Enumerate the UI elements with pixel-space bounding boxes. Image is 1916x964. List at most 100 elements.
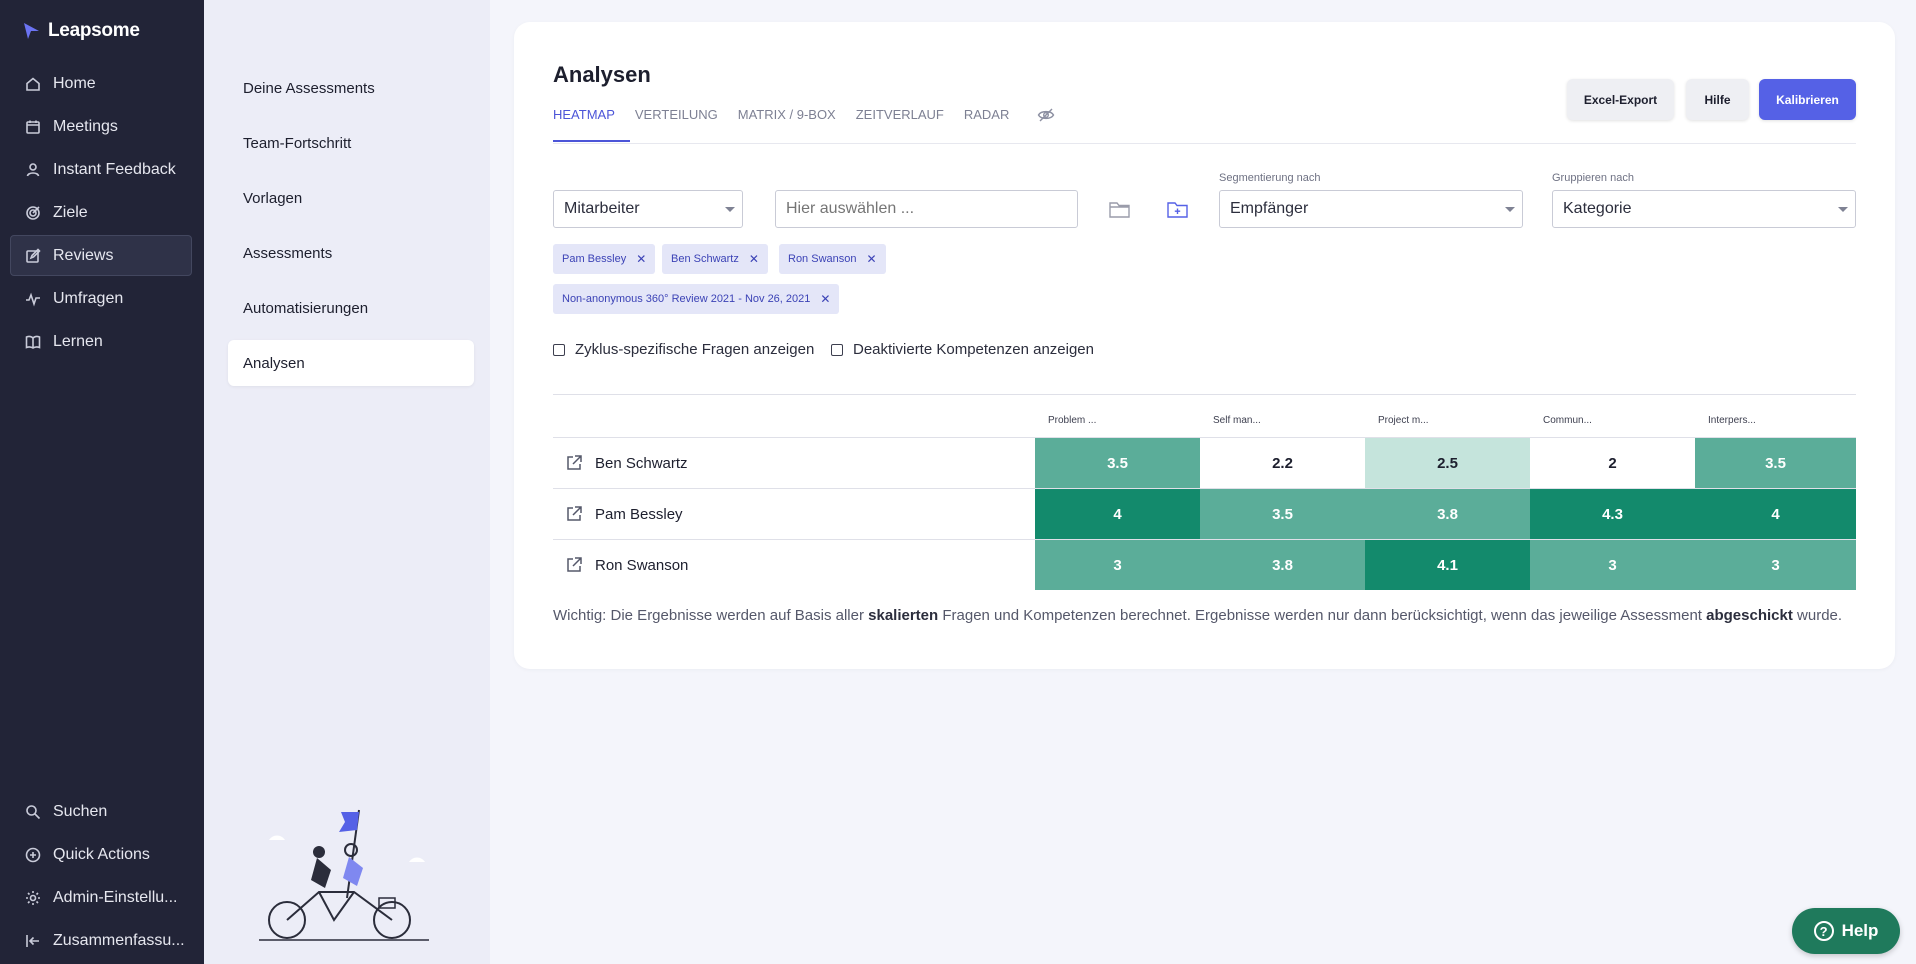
row-person-name: Pam Bessley xyxy=(595,505,683,523)
person-chip: Ron Swanson ✕ xyxy=(779,244,886,274)
heatmap-cell: 4 xyxy=(1695,489,1856,539)
nav-item-collapse[interactable]: Zusammenfassu... xyxy=(10,920,192,961)
chevron-down-icon xyxy=(1838,207,1848,212)
table-row: Ron Swanson 3 3.8 4.1 3 3 xyxy=(553,540,1856,591)
nav-item-reviews[interactable]: Reviews xyxy=(10,235,192,276)
table-row: Ben Schwartz 3.5 2.2 2.5 2 3.5 xyxy=(553,438,1856,489)
help-widget-button[interactable]: ? Help xyxy=(1792,908,1900,954)
tab-radar[interactable]: RADAR xyxy=(964,106,1010,142)
heatmap-table: Problem ... Self man... Project m... Com… xyxy=(553,394,1856,591)
calibrate-button[interactable]: Kalibrieren xyxy=(1759,79,1856,120)
pulse-icon xyxy=(26,292,40,307)
chip-label: Ron Swanson xyxy=(788,253,857,265)
column-header[interactable]: Self man... xyxy=(1213,415,1261,426)
group-select[interactable]: Kategorie xyxy=(1552,190,1856,228)
subnav-item-vorlagen[interactable]: Vorlagen xyxy=(228,175,474,221)
nav-item-meetings[interactable]: Meetings xyxy=(10,106,192,147)
add-folder-button[interactable] xyxy=(1166,198,1190,220)
subnav-item-automatisierungen[interactable]: Automatisierungen xyxy=(228,285,474,331)
nav-item-admin-settings[interactable]: Admin-Einstellu... xyxy=(10,877,192,918)
remove-chip-icon[interactable]: ✕ xyxy=(820,292,830,306)
heatmap-cell: 2.2 xyxy=(1200,438,1365,488)
group-select-value: Kategorie xyxy=(1563,200,1632,217)
open-external-icon[interactable] xyxy=(565,556,583,574)
chip-label: Ben Schwartz xyxy=(671,253,739,265)
hide-eye-icon[interactable] xyxy=(1037,106,1055,124)
nav-item-label: Umfragen xyxy=(53,289,124,307)
remove-chip-icon[interactable]: ✕ xyxy=(749,252,759,266)
note-text: wurde. xyxy=(1792,607,1843,624)
row-person[interactable]: Ben Schwartz xyxy=(565,454,688,472)
plus-circle-icon xyxy=(25,847,41,862)
row-person[interactable]: Pam Bessley xyxy=(565,505,683,523)
collapse-icon xyxy=(26,934,39,947)
leapsome-logo[interactable]: Leapsome xyxy=(22,20,140,42)
folder-button[interactable] xyxy=(1108,198,1132,220)
open-external-icon[interactable] xyxy=(565,505,583,523)
target-icon xyxy=(26,205,40,220)
table-header: Problem ... Self man... Project m... Com… xyxy=(553,395,1856,438)
heatmap-cell: 3.5 xyxy=(1695,438,1856,488)
heatmap-cell: 2 xyxy=(1530,438,1695,488)
remove-chip-icon[interactable]: ✕ xyxy=(636,252,646,266)
row-person[interactable]: Ron Swanson xyxy=(565,556,688,574)
nav-item-label: Suchen xyxy=(53,802,108,820)
nav-item-suchen[interactable]: Suchen xyxy=(10,791,192,832)
subnav-item-team-fortschritt[interactable]: Team-Fortschritt xyxy=(228,120,474,166)
deactivated-competencies-checkbox[interactable]: Deaktivierte Kompetenzen anzeigen xyxy=(831,341,1094,358)
checkbox-label: Zyklus-spezifische Fragen anzeigen xyxy=(575,341,815,358)
tab-zeitverlauf[interactable]: ZEITVERLAUF xyxy=(856,106,944,142)
search-input[interactable] xyxy=(775,190,1078,228)
feedback-icon xyxy=(26,162,40,176)
nav-item-label: Lernen xyxy=(53,332,103,350)
help-widget-label: Help xyxy=(1841,921,1879,940)
heatmap-cell: 3 xyxy=(1530,540,1695,590)
subnav-item-analysen[interactable]: Analysen xyxy=(228,340,474,386)
nav-item-quick-actions[interactable]: Quick Actions xyxy=(10,834,192,875)
column-header[interactable]: Problem ... xyxy=(1048,415,1096,426)
type-select[interactable]: Mitarbeiter xyxy=(553,190,743,228)
excel-export-button[interactable]: Excel-Export xyxy=(1567,79,1674,120)
reviews-subnav: Deine Assessments Team-Fortschritt Vorla… xyxy=(204,0,490,964)
nav-item-ziele[interactable]: Ziele xyxy=(10,192,192,233)
segment-select-value: Empfänger xyxy=(1230,200,1309,217)
nav-item-label: Reviews xyxy=(53,246,114,264)
heatmap-cell: 3 xyxy=(1695,540,1856,590)
nav-item-instant-feedback[interactable]: Instant Feedback xyxy=(10,149,192,190)
tab-verteilung[interactable]: VERTEILUNG xyxy=(635,106,718,142)
primary-nav: Home Meetings Instant Feedback Ziele Rev… xyxy=(10,63,192,364)
cycle-questions-checkbox[interactable]: Zyklus-spezifische Fragen anzeigen xyxy=(553,341,814,358)
folder-icon xyxy=(1109,202,1130,218)
subnav-item-deine-assessments[interactable]: Deine Assessments xyxy=(228,65,474,111)
help-button[interactable]: Hilfe xyxy=(1686,79,1749,120)
column-header[interactable]: Project m... xyxy=(1378,415,1429,426)
heatmap-cell: 3.5 xyxy=(1200,489,1365,539)
tab-heatmap[interactable]: HEATMAP xyxy=(553,106,630,142)
nav-item-umfragen[interactable]: Umfragen xyxy=(10,278,192,319)
nav-item-lernen[interactable]: Lernen xyxy=(10,321,192,362)
nav-item-label: Meetings xyxy=(53,117,118,135)
column-header[interactable]: Commun... xyxy=(1543,415,1592,426)
review-icon xyxy=(26,247,41,263)
chevron-down-icon xyxy=(725,207,735,212)
tandem-bike-illustration xyxy=(259,809,429,941)
leapsome-logo-icon xyxy=(24,23,39,39)
table-row: Pam Bessley 4 3.5 3.8 4.3 4 xyxy=(553,489,1856,540)
heatmap-cell: 3.8 xyxy=(1200,540,1365,590)
home-icon xyxy=(26,76,40,91)
open-external-icon[interactable] xyxy=(565,454,583,472)
search-icon xyxy=(26,804,41,819)
checkbox-box[interactable] xyxy=(553,343,565,356)
nav-item-home[interactable]: Home xyxy=(10,63,192,104)
chip-label: Pam Bessley xyxy=(562,253,627,265)
remove-chip-icon[interactable]: ✕ xyxy=(867,252,877,266)
checkbox-box[interactable] xyxy=(831,343,843,356)
analytics-card: Analysen HEATMAP VERTEILUNG MATRIX / 9-B… xyxy=(514,22,1895,669)
subnav-item-assessments[interactable]: Assessments xyxy=(228,230,474,276)
heatmap-cell: 3 xyxy=(1035,540,1200,590)
heatmap-cell: 4 xyxy=(1035,489,1200,539)
heatmap-cell: 3.8 xyxy=(1365,489,1530,539)
column-header[interactable]: Interpers... xyxy=(1708,415,1756,426)
tab-matrix[interactable]: MATRIX / 9-BOX xyxy=(738,106,836,142)
segment-select[interactable]: Empfänger xyxy=(1219,190,1523,228)
